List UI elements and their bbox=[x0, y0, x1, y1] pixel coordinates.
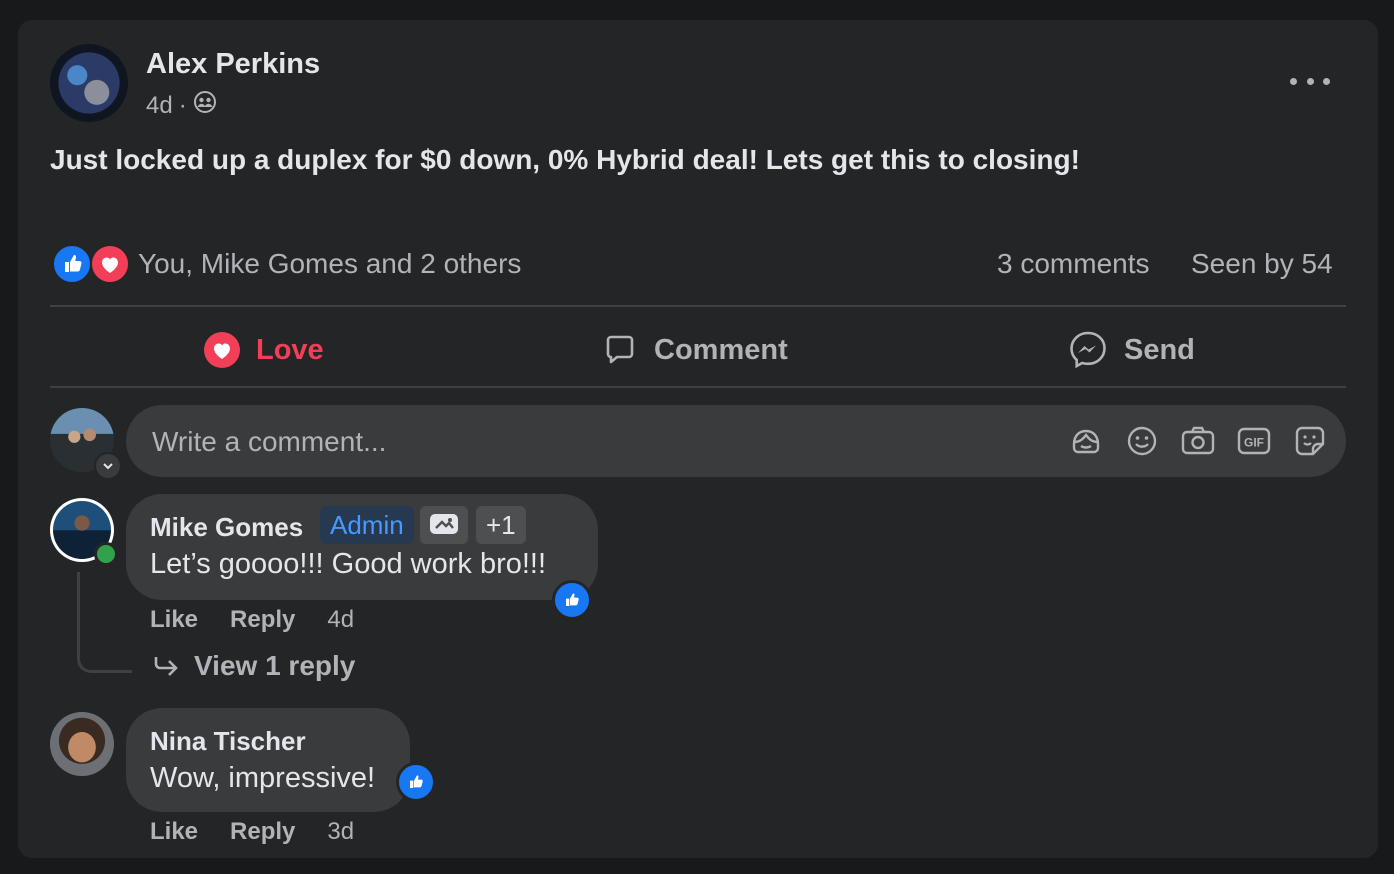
like-icon[interactable] bbox=[552, 580, 592, 620]
avatar-sticker-icon[interactable] bbox=[1068, 423, 1104, 459]
comment-text: Let’s goooo!!! Good work bro!!! bbox=[150, 548, 547, 580]
thread-line bbox=[77, 572, 132, 673]
reply-link[interactable]: Reply bbox=[230, 818, 295, 846]
commenter-avatar[interactable] bbox=[50, 712, 114, 776]
svg-text:GIF: GIF bbox=[1244, 436, 1264, 450]
post-time[interactable]: 4d bbox=[146, 92, 173, 120]
comment-bubble: Nina Tischer Wow, impressive! bbox=[126, 708, 410, 812]
comment-input[interactable] bbox=[150, 405, 1034, 479]
friends-icon[interactable] bbox=[193, 90, 217, 121]
like-link[interactable]: Like bbox=[150, 818, 198, 846]
comment-bubble: Mike Gomes Admin +1 Let’s goooo!!! Good … bbox=[126, 494, 598, 600]
commenter-name[interactable]: Mike Gomes bbox=[150, 512, 303, 543]
emoji-icon[interactable] bbox=[1124, 423, 1160, 459]
view-replies-link[interactable]: View 1 reply bbox=[152, 650, 355, 682]
comment-time[interactable]: 4d bbox=[327, 606, 354, 634]
love-label: Love bbox=[256, 333, 324, 366]
camera-icon[interactable] bbox=[1180, 423, 1216, 459]
messenger-icon bbox=[1070, 331, 1106, 369]
comment-composer: GIF bbox=[126, 405, 1346, 479]
post-card: Alex Perkins 4d · Just locked up a duple… bbox=[18, 20, 1378, 858]
badge-icon[interactable] bbox=[420, 506, 468, 544]
like-link[interactable]: Like bbox=[150, 606, 198, 634]
commenter-name[interactable]: Nina Tischer bbox=[150, 726, 306, 757]
love-button[interactable]: Love bbox=[204, 326, 324, 374]
more-options-icon[interactable] bbox=[1290, 68, 1330, 94]
author-avatar[interactable] bbox=[50, 44, 128, 122]
composer-tools: GIF bbox=[1068, 423, 1328, 459]
view-replies-label: View 1 reply bbox=[194, 650, 356, 681]
post-meta: 4d · bbox=[146, 90, 217, 121]
like-icon[interactable] bbox=[396, 762, 436, 802]
comment-actions: Like Reply 3d bbox=[150, 818, 354, 846]
send-label: Send bbox=[1124, 333, 1195, 366]
comment-actions: Like Reply 4d bbox=[150, 606, 354, 634]
divider bbox=[50, 305, 1346, 307]
divider bbox=[50, 386, 1346, 388]
love-icon bbox=[90, 244, 130, 284]
post-text: Just locked up a duplex for $0 down, 0% … bbox=[50, 144, 1080, 175]
seen-by[interactable]: Seen by 54 bbox=[1191, 248, 1333, 280]
author-name[interactable]: Alex Perkins bbox=[146, 48, 320, 81]
comment-icon bbox=[606, 335, 634, 364]
comments-count[interactable]: 3 comments bbox=[997, 248, 1150, 280]
send-button[interactable]: Send bbox=[1068, 326, 1195, 374]
meta-separator: · bbox=[178, 91, 187, 119]
badge-more[interactable]: +1 bbox=[476, 506, 526, 544]
like-icon bbox=[52, 244, 92, 284]
reply-arrow-icon bbox=[154, 657, 178, 676]
gif-icon[interactable]: GIF bbox=[1236, 423, 1272, 459]
online-status-dot bbox=[94, 542, 118, 566]
love-icon bbox=[204, 332, 240, 368]
sticker-icon[interactable] bbox=[1292, 423, 1328, 459]
reply-link[interactable]: Reply bbox=[230, 606, 295, 634]
reaction-icons[interactable] bbox=[52, 244, 132, 284]
comment-label: Comment bbox=[654, 333, 788, 366]
admin-badge[interactable]: Admin bbox=[320, 506, 414, 544]
comment-text: Wow, impressive! bbox=[150, 762, 376, 794]
comment-time[interactable]: 3d bbox=[327, 818, 354, 846]
comment-button[interactable]: Comment bbox=[602, 326, 788, 374]
chevron-down-icon[interactable] bbox=[94, 452, 122, 480]
reaction-summary[interactable]: You, Mike Gomes and 2 others bbox=[138, 248, 521, 280]
